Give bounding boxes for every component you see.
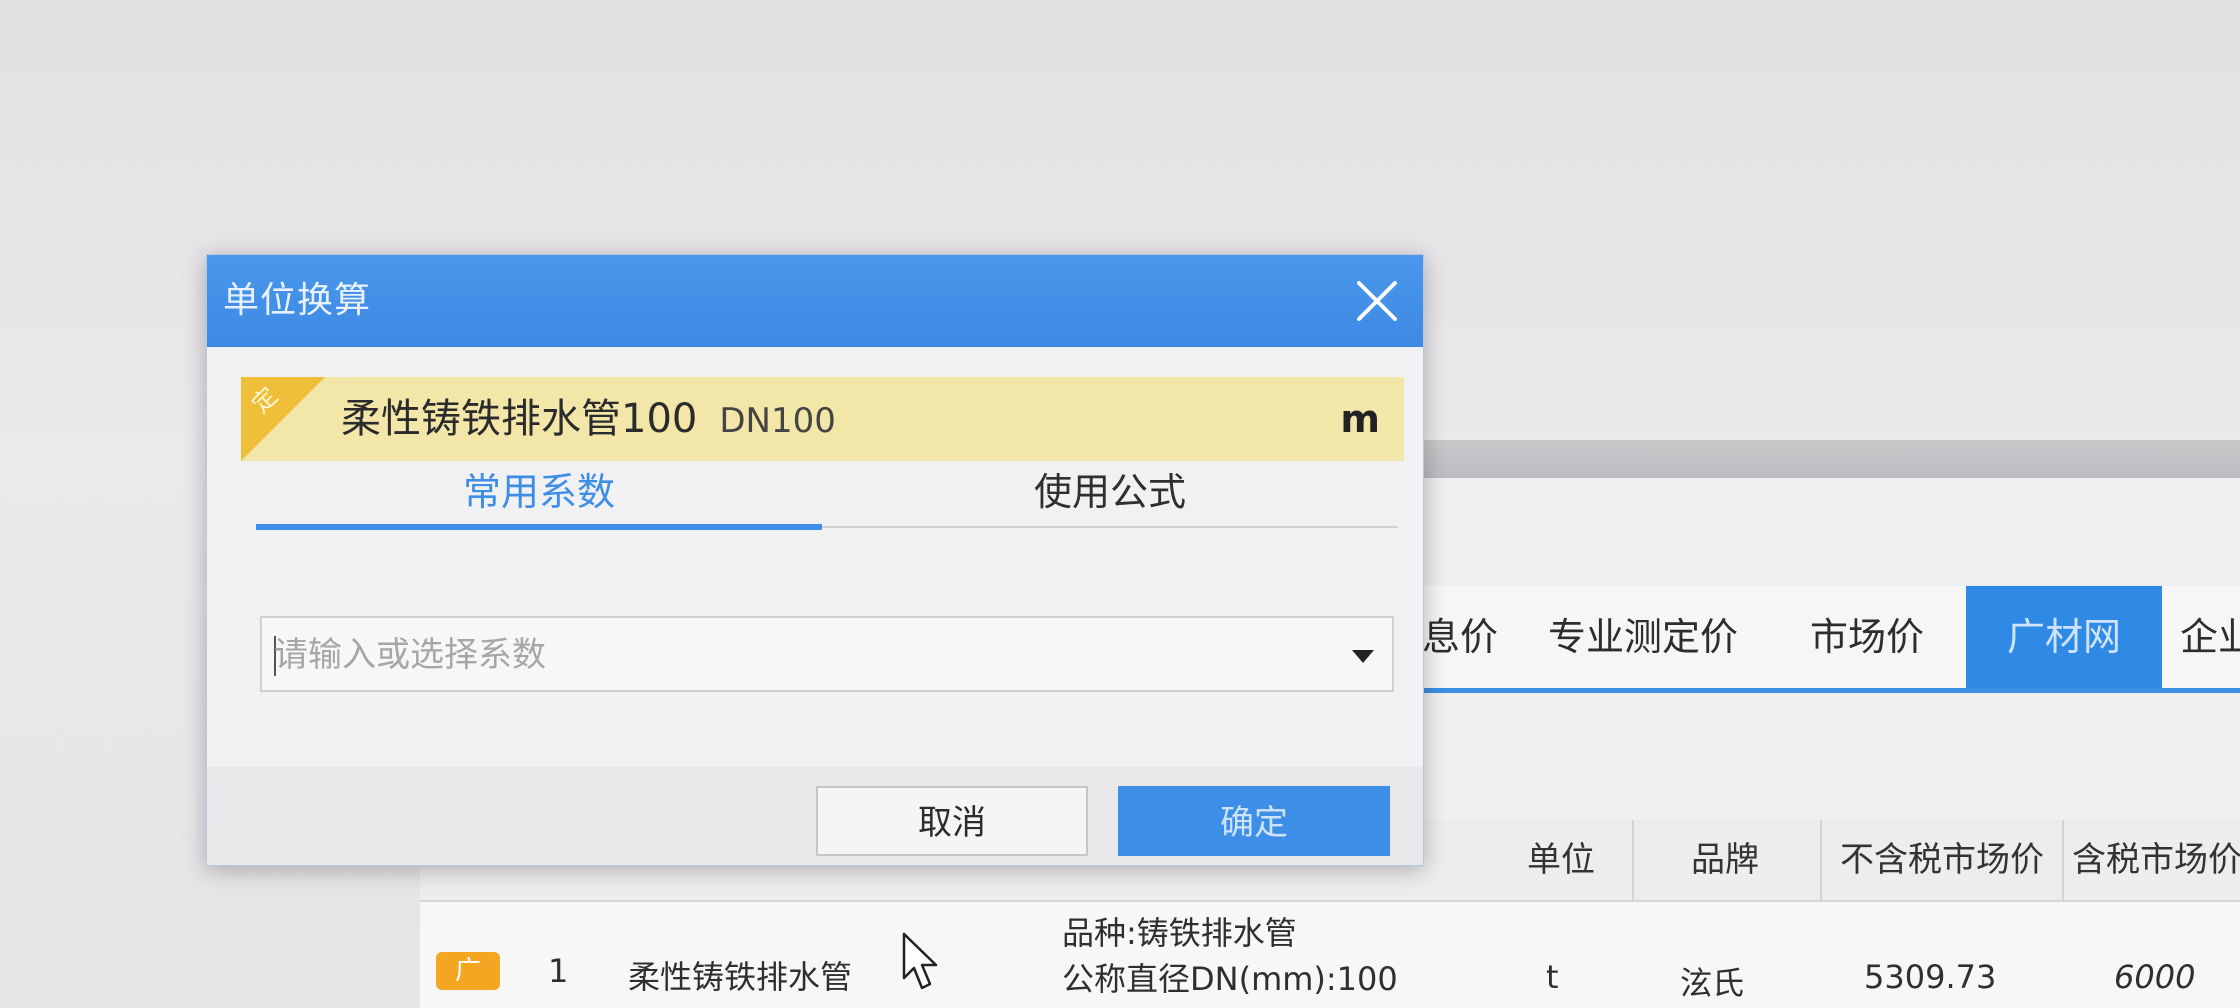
material-name-text: 柔性铸铁排水管100 — [341, 396, 698, 442]
dropdown-arrow-icon[interactable] — [1352, 650, 1374, 663]
row-price-ex-tax: 5309.73 — [1864, 958, 1997, 996]
tab-guangcai-net[interactable]: 广材网 — [1966, 586, 2162, 688]
tab-info-price[interactable]: 息价 — [1422, 586, 1498, 688]
close-icon[interactable] — [1353, 277, 1401, 325]
dialog-titlebar[interactable]: 单位换算 — [207, 255, 1423, 347]
row-index: 1 — [548, 952, 569, 990]
coefficient-input[interactable] — [272, 626, 1316, 684]
ok-button[interactable]: 确定 — [1118, 786, 1390, 856]
table-row[interactable]: 广 1 柔性铸铁排水管 品种:铸铁排水管 公称直径DN(mm):100 t 泫氏… — [420, 902, 2240, 1008]
mouse-cursor-icon — [902, 932, 938, 990]
column-header-price-ex-tax[interactable]: 不含税市场价 — [1824, 820, 2060, 900]
material-info-bar: 定 柔性铸铁排水管100 DN100 m — [241, 377, 1404, 461]
tab-active-indicator — [256, 524, 822, 530]
row-material-name: 柔性铸铁排水管 — [628, 958, 853, 996]
column-header-brand[interactable]: 品牌 — [1650, 820, 1800, 900]
dialog-title: 单位换算 — [223, 280, 372, 321]
tab-market-price[interactable]: 市场价 — [1810, 586, 1924, 688]
cancel-button[interactable]: 取消 — [816, 786, 1088, 856]
source-badge: 广 — [436, 952, 500, 990]
coefficient-combobox[interactable] — [260, 616, 1394, 692]
row-spec-line-1: 品种:铸铁排水管 — [1062, 914, 1297, 952]
column-divider — [1820, 820, 1822, 900]
tab-enterprise[interactable]: 企业 — [2180, 586, 2240, 688]
tab-professional-price[interactable]: 专业测定价 — [1548, 586, 1738, 688]
row-price-inc-tax: 6000 — [2114, 958, 2196, 996]
row-spec-line-2: 公称直径DN(mm):100 — [1062, 960, 1398, 998]
tab-use-formula[interactable]: 使用公式 — [822, 462, 1398, 532]
row-brand: 泫氏 — [1680, 964, 1745, 1002]
tab-common-coefficient[interactable]: 常用系数 — [256, 462, 822, 532]
column-header-price-inc-tax[interactable]: 含税市场价 — [2072, 820, 2240, 900]
unit-conversion-dialog: 单位换算 定 柔性铸铁排水管100 DN100 m — [206, 254, 1424, 866]
column-header-unit[interactable]: 单位 — [1496, 820, 1626, 900]
column-divider — [2062, 820, 2064, 900]
row-unit: t — [1546, 958, 1559, 996]
material-unit: m — [1340, 397, 1380, 441]
material-spec: DN100 — [719, 401, 836, 441]
material-name: 柔性铸铁排水管100 DN100 — [341, 377, 836, 463]
column-divider — [1632, 820, 1634, 900]
